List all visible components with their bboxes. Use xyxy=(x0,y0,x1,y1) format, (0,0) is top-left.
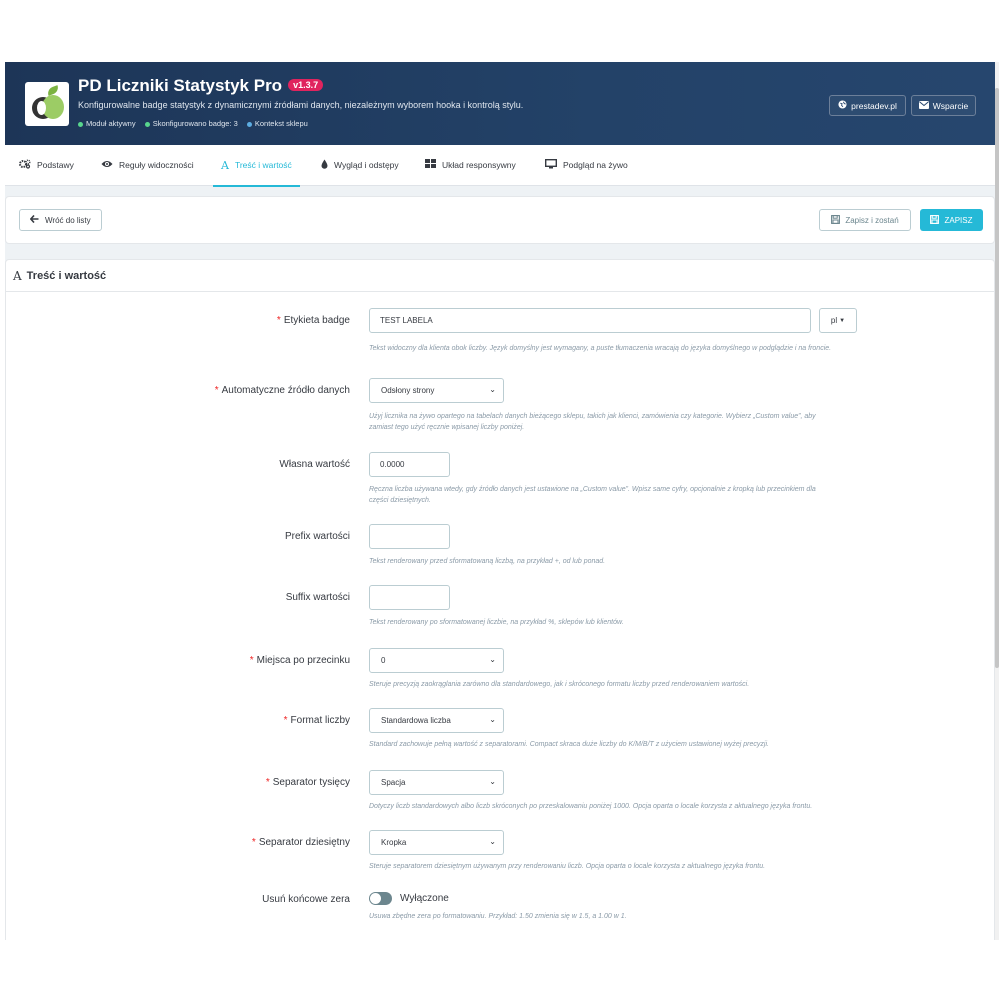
field-help: Tekst widoczny dla klienta obok liczby. … xyxy=(369,345,832,352)
field-help: Steruje precyzją zaokrąglania zarówno dl… xyxy=(369,681,750,688)
field-label: * Etykieta badge xyxy=(276,315,350,326)
field-help: Ręczna liczba używana wtedy, gdy źródło … xyxy=(369,486,816,504)
tab-basics[interactable]: Podstawy xyxy=(19,145,74,185)
field-thousands-separator: * Separator tysięcy Spacja ⌄ Dotyczy liczb… xyxy=(6,770,994,810)
module-config-page: PD Liczniki Statystyk Pro v1.3.7 Konfigur… xyxy=(5,62,995,940)
field-help: Steruje separatorem dziesiętnym używanym… xyxy=(369,863,766,870)
action-toolbar: Wróć do listy Zapisz i zostań ZAPISZ xyxy=(5,196,995,244)
status-module-active: Moduł aktywny xyxy=(78,119,136,128)
module-status-list: Moduł aktywny Skonfigurowano badge: 3 Ko… xyxy=(78,119,315,128)
prefix-input[interactable] xyxy=(369,524,450,549)
decimal-separator-select[interactable]: Kropka ⌄ xyxy=(369,830,504,855)
field-decimal-separator: * Separator dziesiętny Kropka ⌄ Steruje se… xyxy=(6,830,994,870)
badge-label-input[interactable]: TEST LABELA xyxy=(369,308,811,333)
support-button[interactable]: Wsparcie xyxy=(911,95,976,116)
module-logo xyxy=(25,82,69,126)
version-badge: v1.3.7 xyxy=(288,78,324,91)
field-label: Suffix wartości xyxy=(285,592,350,603)
field-decimals: * Miejsca po przecinku 0 ⌄ Steruje precyzj… xyxy=(6,648,994,688)
config-tabs: Podstawy Reguły widoczności A Treść i wa… xyxy=(5,145,995,187)
decimals-select[interactable]: 0 ⌄ xyxy=(369,648,504,673)
chevron-down-icon: ⌄ xyxy=(489,385,496,394)
save-and-stay-button[interactable]: Zapisz i zostań xyxy=(819,209,911,231)
floppy-icon xyxy=(831,214,841,226)
grid-icon xyxy=(425,159,436,171)
module-header: PD Liczniki Statystyk Pro v1.3.7 Konfigur… xyxy=(5,62,995,145)
tab-content-value[interactable]: A Treść i wartość xyxy=(213,145,300,187)
field-help: Tekst renderowany przed sformatowaną lic… xyxy=(369,558,606,565)
field-label: Usuń końcowe zera xyxy=(262,894,350,905)
status-dot-icon xyxy=(78,121,83,127)
scrollbar-thumb[interactable] xyxy=(995,88,999,668)
arrow-left-icon xyxy=(29,214,39,225)
floppy-icon xyxy=(930,214,940,226)
field-label: * Separator tysięcy xyxy=(265,777,350,788)
chevron-down-icon: ⌄ xyxy=(489,655,496,664)
field-label: * Miejsca po przecinku xyxy=(249,655,350,666)
data-source-select[interactable]: Odsłony strony ⌄ xyxy=(369,378,504,403)
field-label: * Separator dziesiętny xyxy=(251,837,350,848)
monitor-icon xyxy=(544,158,558,172)
envelope-icon xyxy=(918,100,929,111)
field-help: Użyj licznika na żywo opartego na tabela… xyxy=(369,413,816,431)
module-title: PD Liczniki Statystyk Pro xyxy=(78,76,283,95)
drop-icon xyxy=(321,159,328,172)
eye-icon xyxy=(101,160,113,171)
custom-value-input[interactable]: 0.0000 xyxy=(369,452,450,477)
chevron-down-icon: ⌄ xyxy=(489,837,496,846)
field-data-source: * Automatyczne źródło danych Odsłony stro… xyxy=(6,378,994,431)
field-label: Prefix wartości xyxy=(284,531,350,542)
status-badges-configured: Skonfigurowano badge: 3 xyxy=(144,119,238,128)
chevron-down-icon: ⌄ xyxy=(489,715,496,724)
status-shop-context: Kontekst sklepu xyxy=(246,119,308,128)
content-value-panel: A Treść i wartość * Etykieta badge TEST L… xyxy=(5,259,995,940)
field-help: Tekst renderowany po sformatowanej liczb… xyxy=(369,619,624,626)
trailing-zeros-toggle[interactable]: Wyłączone xyxy=(369,892,449,905)
field-number-format: * Format liczby Standardowa liczba ⌄ Stand… xyxy=(6,708,994,748)
module-description: Konfigurowalne badge statystyk z dynamic… xyxy=(78,100,524,110)
field-help: Dotyczy liczb standardowych albo liczb s… xyxy=(369,803,813,810)
globe-icon xyxy=(838,100,847,111)
field-label: * Automatyczne źródło danych xyxy=(214,385,350,396)
switch-track[interactable] xyxy=(369,892,392,905)
panel-header: A Treść i wartość xyxy=(6,260,994,292)
module-title-row: PD Liczniki Statystyk Pro v1.3.7 xyxy=(78,76,324,96)
website-button[interactable]: prestadev.pl xyxy=(829,95,906,116)
field-label: Własna wartość xyxy=(279,459,350,470)
back-to-list-button[interactable]: Wróć do listy xyxy=(19,209,102,231)
text-icon: A xyxy=(221,158,229,172)
status-dot-icon xyxy=(246,121,252,127)
thousands-separator-select[interactable]: Spacja ⌄ xyxy=(369,770,504,795)
tab-responsive-layout[interactable]: Układ responsywny xyxy=(425,145,516,185)
number-format-select[interactable]: Standardowa liczba ⌄ xyxy=(369,708,504,733)
field-help: Standard zachowuje pełną wartość z separ… xyxy=(369,741,769,748)
field-label: * Format liczby xyxy=(283,715,350,726)
language-dropdown[interactable]: pl ▼ xyxy=(819,308,857,333)
gears-icon xyxy=(19,159,31,172)
switch-knob xyxy=(370,893,381,904)
save-button[interactable]: ZAPISZ xyxy=(920,209,983,231)
tab-visibility-rules[interactable]: Reguły widoczności xyxy=(101,145,194,185)
tab-live-preview[interactable]: Podgląd na żywo xyxy=(544,145,628,185)
field-help: Usuwa zbędne zera po formatowaniu. Przyk… xyxy=(369,913,627,920)
status-dot-icon xyxy=(144,121,150,127)
suffix-input[interactable] xyxy=(369,585,450,610)
text-icon: A xyxy=(13,268,22,283)
caret-down-icon: ▼ xyxy=(839,317,846,324)
panel-title: Treść i wartość xyxy=(26,269,107,282)
chevron-down-icon: ⌄ xyxy=(489,777,496,786)
tab-appearance[interactable]: Wygląd i odstępy xyxy=(321,145,399,185)
page-scrollbar[interactable] xyxy=(995,62,999,940)
